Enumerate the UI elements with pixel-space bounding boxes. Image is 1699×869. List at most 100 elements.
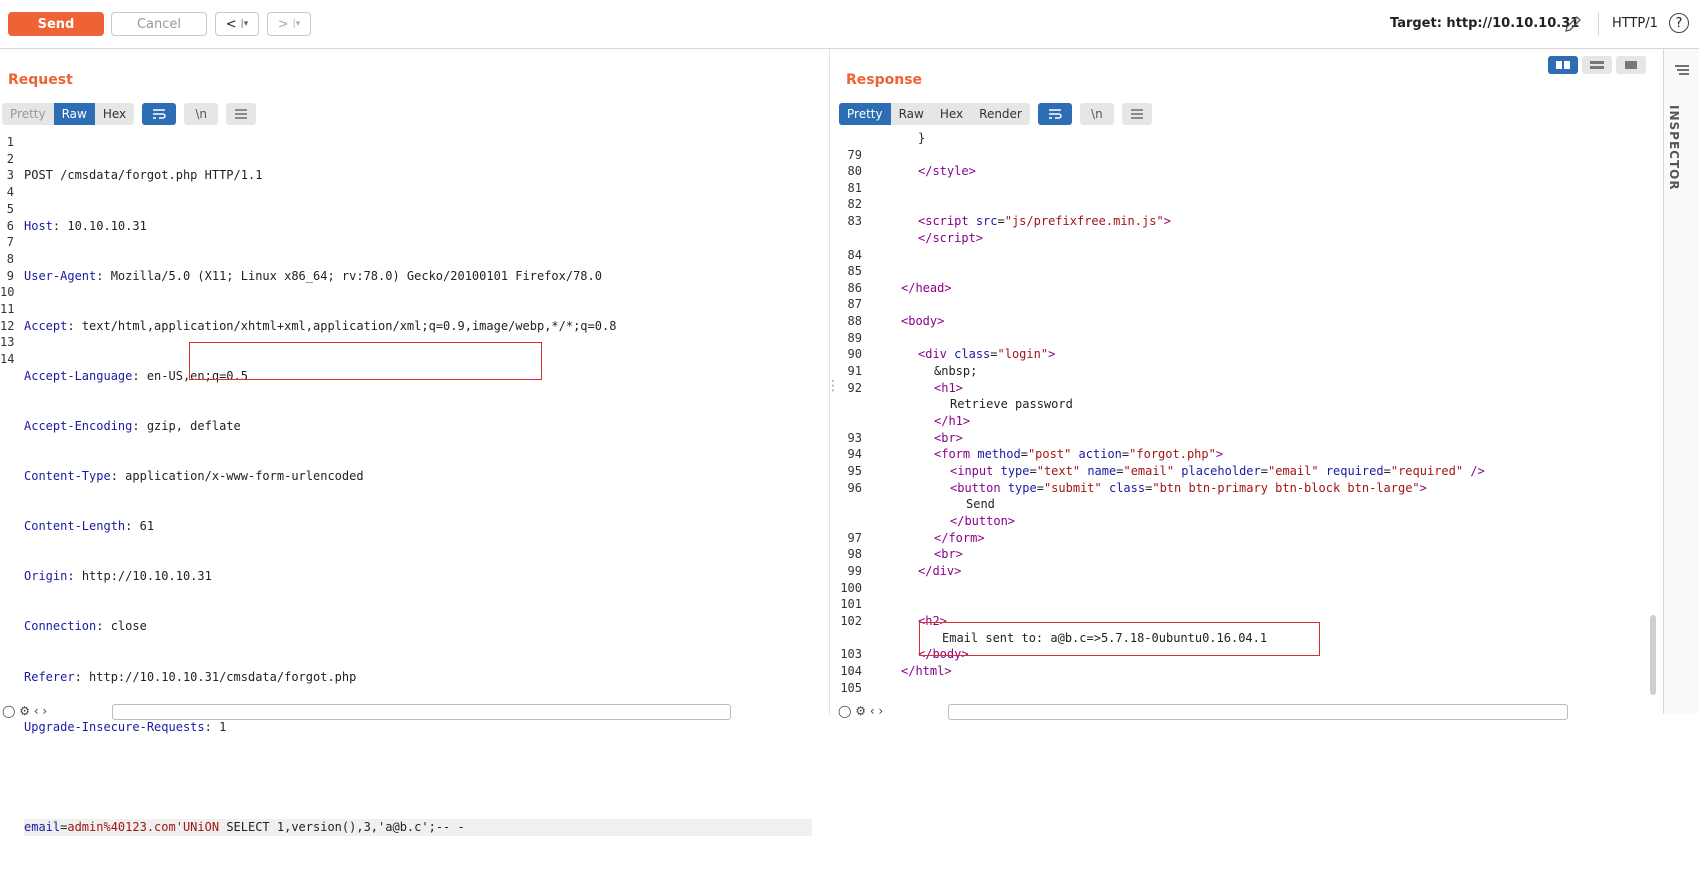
code-line: <h1> xyxy=(934,381,963,395)
line-number: 81 xyxy=(847,181,862,195)
code-line: <form method="post" action="forgot.php"> xyxy=(934,447,1224,461)
header-line: Upgrade-Insecure-Requests: 1 xyxy=(24,719,227,734)
header-line: Content-Type: application/x-www-form-url… xyxy=(24,469,364,484)
back-label: < xyxy=(225,16,237,32)
line-number: 98 xyxy=(847,547,862,561)
layout-toggle-group xyxy=(1548,56,1646,74)
line-number: 103 xyxy=(840,647,862,661)
line-number: 79 xyxy=(847,148,862,162)
toolbar-divider xyxy=(1598,12,1599,36)
request-line-numbers: 1 2 3 4 5 6 7 8 9 10 11 12 13 14 xyxy=(0,135,15,367)
line-number: 83 xyxy=(847,214,862,228)
header-line: Accept-Encoding: gzip, deflate xyxy=(24,418,241,433)
response-search-controls[interactable]: ◯ ⚙ ‹ › xyxy=(838,704,883,718)
line-number: 85 xyxy=(847,264,862,278)
cancel-button[interactable]: Cancel xyxy=(111,12,207,36)
line-number: 91 xyxy=(847,364,862,378)
line-number: 94 xyxy=(847,447,862,461)
header-line: User-Agent: Mozilla/5.0 (X11; Linux x86_… xyxy=(24,268,602,283)
code-line: Send xyxy=(966,497,995,511)
top-toolbar: Send Cancel < |▾ > |▾ Target: http://10.… xyxy=(0,0,1699,49)
header-line: Connection: close xyxy=(24,619,147,634)
menu-icon[interactable] xyxy=(226,103,257,125)
tab-raw[interactable]: Raw xyxy=(53,103,95,125)
menu-icon[interactable] xyxy=(1121,103,1152,125)
wrap-lines-icon[interactable] xyxy=(1037,103,1072,125)
request-search-input[interactable] xyxy=(112,704,731,720)
tab-hex[interactable]: Hex xyxy=(95,103,134,125)
header-line: Origin: http://10.10.10.31 xyxy=(24,569,212,584)
code-line: </div> xyxy=(918,564,962,578)
line-number: 86 xyxy=(847,281,862,295)
body-line: email=admin%40123.com'UNiON SELECT 1,ver… xyxy=(24,818,812,836)
request-text: POST /cmsdata/forgot.php HTTP/1.1 Host: … xyxy=(24,134,812,869)
forward-label: > xyxy=(277,16,289,32)
line-number: 87 xyxy=(847,297,862,311)
response-view-bar: Pretty Raw Hex Render \n xyxy=(839,103,1152,125)
code-line: </form> xyxy=(934,531,985,545)
response-scrollbar[interactable] xyxy=(1650,615,1656,695)
dropdown-icon: |▾ xyxy=(240,19,249,29)
send-button[interactable]: Send xyxy=(8,12,104,36)
stacked-icon[interactable] xyxy=(1582,56,1612,74)
target-label: Target: http://10.10.10.31 xyxy=(1390,16,1580,31)
wrap-lines-icon[interactable] xyxy=(142,103,177,125)
result-highlight-box xyxy=(919,622,1320,656)
code-line: </style> xyxy=(918,164,976,178)
header-line: Host: 10.10.10.31 xyxy=(24,218,147,233)
code-line: &nbsp; xyxy=(934,364,978,378)
request-editor[interactable]: 1 2 3 4 5 6 7 8 9 10 11 12 13 14 POST /c… xyxy=(0,134,820,836)
line-number: 95 xyxy=(847,464,862,478)
protocol-label[interactable]: HTTP/1 xyxy=(1612,16,1658,31)
header-line: Accept: text/html,application/xhtml+xml,… xyxy=(24,318,617,333)
header-line: Referer: http://10.10.10.31/cmsdata/forg… xyxy=(24,669,357,684)
line-number: 80 xyxy=(847,164,862,178)
code-line: </html> xyxy=(901,664,952,678)
code-line: </head> xyxy=(901,281,952,295)
line-number: 99 xyxy=(847,564,862,578)
code-line: <script src="js/prefixfree.min.js"> xyxy=(918,214,1171,228)
line-number: 102 xyxy=(840,614,862,628)
code-line: <div class="login"> xyxy=(918,347,1056,361)
code-line: <body> xyxy=(901,314,945,328)
response-editor[interactable]: } 79 80 </style> 81 82 83 <script src="j… xyxy=(838,130,1648,705)
code-line: </button> xyxy=(950,514,1016,528)
side-by-side-icon[interactable] xyxy=(1548,56,1578,74)
code-line: </script> xyxy=(918,231,984,245)
line-number: 89 xyxy=(847,331,862,345)
code-line: <button type="submit" class="btn btn-pri… xyxy=(950,481,1427,495)
tab-pretty[interactable]: Pretty xyxy=(2,103,54,125)
response-title: Response xyxy=(846,72,923,88)
line-number: 96 xyxy=(847,481,862,495)
pencil-icon[interactable] xyxy=(1563,14,1583,34)
line-number: 93 xyxy=(847,431,862,445)
code-line: Retrieve password xyxy=(950,397,1073,411)
dropdown-icon: |▾ xyxy=(292,19,301,29)
response-search-input[interactable] xyxy=(948,704,1568,720)
request-search-controls[interactable]: ◯ ⚙ ‹ › xyxy=(2,704,47,718)
back-button[interactable]: < |▾ xyxy=(215,12,259,36)
newline-toggle[interactable]: \n xyxy=(184,103,219,125)
line-number: 101 xyxy=(840,597,862,611)
request-view-bar: Pretty Raw Hex \n xyxy=(2,103,257,125)
line-number: 97 xyxy=(847,531,862,545)
code-line: <br> xyxy=(934,547,963,561)
header-line: Content-Length: 61 xyxy=(24,519,155,534)
single-pane-icon[interactable] xyxy=(1616,56,1646,74)
inspector-label[interactable]: INSPECTOR xyxy=(1667,105,1681,191)
forward-button[interactable]: > |▾ xyxy=(267,12,311,36)
code-line: } xyxy=(918,131,926,145)
tab-render[interactable]: Render xyxy=(971,103,1030,125)
inspector-menu-icon[interactable] xyxy=(1675,64,1689,76)
payload-highlight-box xyxy=(189,342,542,380)
help-icon[interactable]: ? xyxy=(1669,13,1689,33)
tab-hex[interactable]: Hex xyxy=(932,103,971,125)
tab-raw[interactable]: Raw xyxy=(891,103,932,125)
line-number: 88 xyxy=(847,314,862,328)
code-line: </h1> xyxy=(934,414,971,428)
newline-toggle[interactable]: \n xyxy=(1079,103,1114,125)
line-number: 84 xyxy=(847,248,862,262)
line-number: 104 xyxy=(840,664,862,678)
tab-pretty[interactable]: Pretty xyxy=(839,103,891,125)
